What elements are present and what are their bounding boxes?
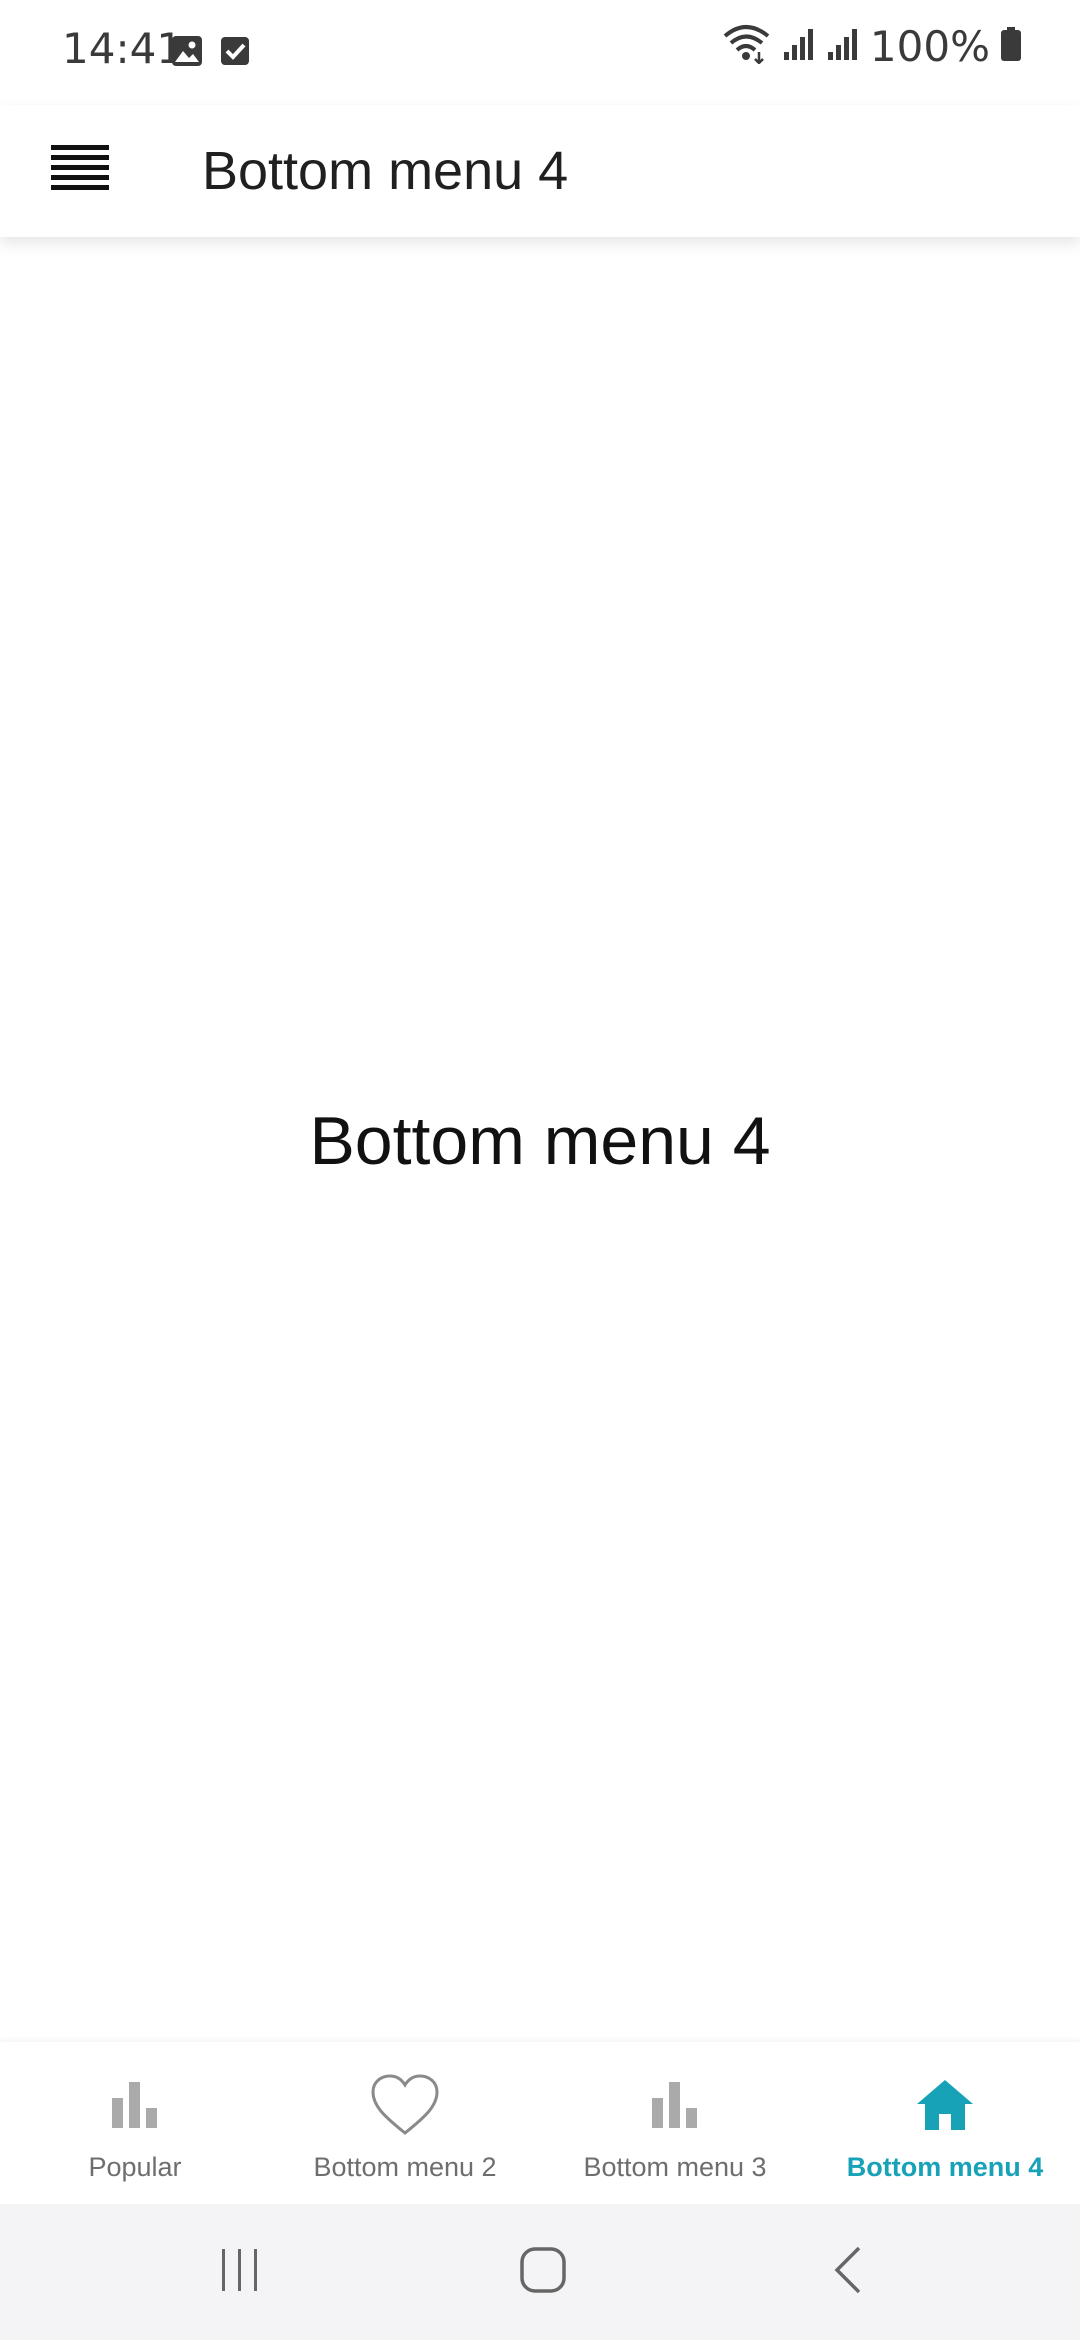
status-notification-icons: [170, 34, 252, 73]
system-navigation-bar: [0, 2204, 1080, 2340]
main-content: Bottom menu 4: [0, 237, 1080, 2042]
hamburger-menu-icon: [51, 143, 109, 198]
bottom-nav-item-menu-2[interactable]: Bottom menu 2: [270, 2042, 540, 2204]
back-button[interactable]: [808, 2242, 888, 2302]
bar-chart-icon: [100, 2070, 170, 2140]
status-system-icons: 100%: [722, 22, 1022, 71]
battery-icon: [1000, 26, 1022, 67]
app-bar: Bottom menu 4: [0, 105, 1080, 237]
home-button[interactable]: [503, 2242, 583, 2302]
status-time: 14:41: [62, 24, 184, 73]
status-bar: 14:41 100%: [0, 0, 1080, 105]
bottom-nav-item-menu-4[interactable]: Bottom menu 4: [810, 2042, 1080, 2204]
checkbox-icon: [218, 34, 252, 73]
home-icon: [910, 2070, 980, 2140]
bottom-nav-item-popular[interactable]: Popular: [0, 2042, 270, 2204]
back-icon: [831, 2245, 865, 2300]
bottom-nav-item-menu-3[interactable]: Bottom menu 3: [540, 2042, 810, 2204]
hamburger-menu-button[interactable]: [40, 130, 120, 210]
signal-icon: [826, 26, 860, 67]
battery-percentage: 100%: [869, 22, 990, 71]
bottom-nav-label: Bottom menu 2: [313, 2152, 497, 2182]
recents-button[interactable]: [200, 2242, 280, 2302]
wifi-icon: [722, 24, 772, 69]
recents-icon: [216, 2247, 264, 2298]
page-title: Bottom menu 4: [202, 141, 569, 201]
bottom-nav-label: Bottom menu 4: [846, 2152, 1044, 2182]
bar-chart-icon: [640, 2070, 710, 2140]
bottom-navigation: Popular Bottom menu 2 Bottom menu 3 Bott…: [0, 2042, 1080, 2204]
signal-icon: [782, 26, 816, 67]
home-button-icon: [519, 2246, 567, 2299]
bottom-nav-label: Popular: [88, 2152, 182, 2182]
heart-icon: [370, 2070, 440, 2140]
content-text: Bottom menu 4: [309, 1103, 771, 1179]
bottom-nav-label: Bottom menu 3: [583, 2152, 767, 2182]
image-icon: [170, 34, 204, 73]
